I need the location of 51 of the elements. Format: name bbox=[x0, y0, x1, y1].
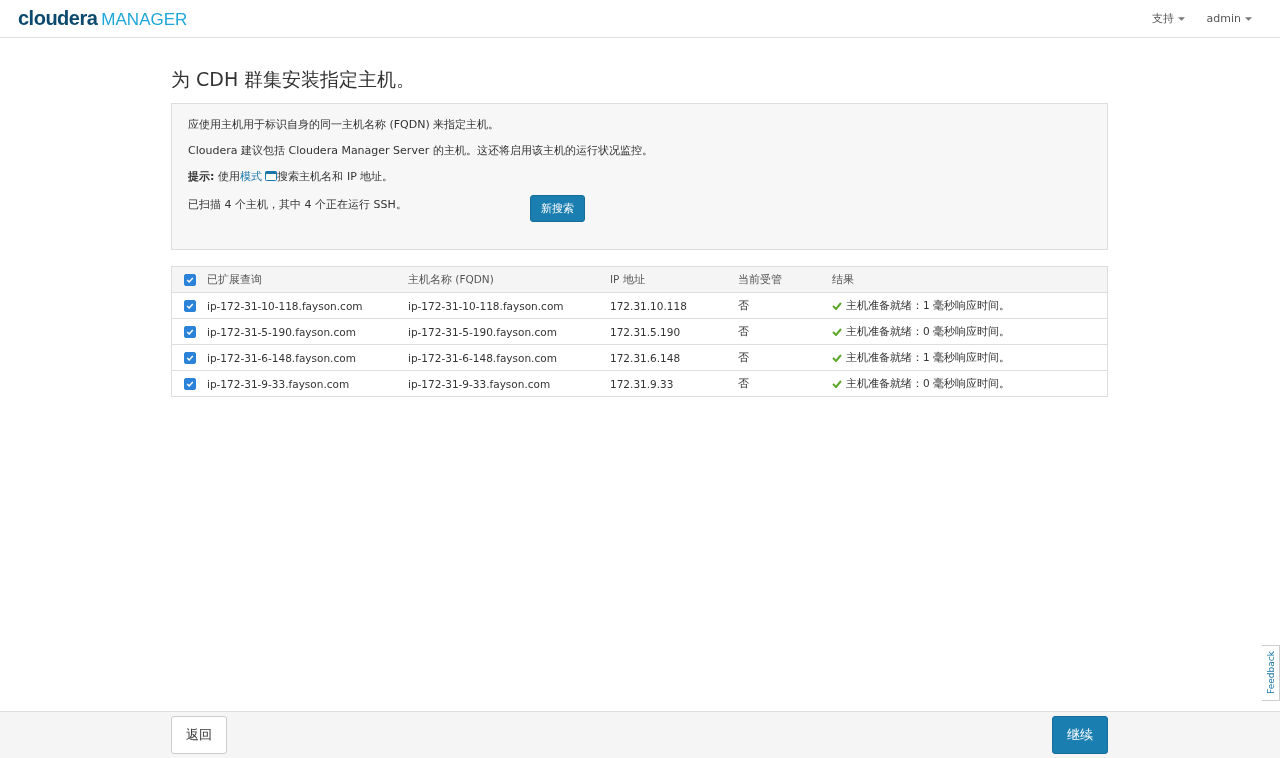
table-cell: 主机准备就绪：0 毫秒响应时间。 bbox=[846, 324, 1011, 339]
nav-menu[interactable]: 支持 bbox=[1151, 11, 1185, 26]
row-checkbox[interactable] bbox=[183, 378, 196, 390]
row-checkbox[interactable] bbox=[183, 352, 196, 364]
table-cell: 172.31.5.190 bbox=[610, 325, 681, 338]
table-cell: 否 bbox=[738, 298, 749, 311]
table-cell: 否 bbox=[738, 324, 749, 337]
column-header: 主机名称 (FQDN) bbox=[408, 266, 610, 293]
table-cell: 否 bbox=[738, 376, 749, 389]
page-title: 为 CDH 群集安装指定主机。 bbox=[171, 67, 417, 92]
pattern-link[interactable]: 模式 bbox=[239, 170, 262, 183]
column-header: IP 地址 bbox=[610, 266, 738, 293]
column-header: 结果 bbox=[832, 266, 1108, 293]
table-cell: ip-172-31-9-33.fayson.com bbox=[207, 377, 350, 390]
table-cell: ip-172-31-10-118.fayson.com bbox=[207, 299, 363, 312]
table-cell: 否 bbox=[738, 350, 749, 363]
row-checkbox[interactable] bbox=[183, 326, 196, 338]
logo-wordmark: cloudera bbox=[18, 7, 98, 30]
table-cell: ip-172-31-6-148.fayson.com bbox=[408, 351, 557, 364]
table-cell: ip-172-31-9-33.fayson.com bbox=[408, 377, 551, 390]
info-text: 应使用主机用于标识自身的同一主机名称 (FQDN) 来指定主机。 bbox=[188, 117, 501, 132]
table-cell: ip-172-31-5-190.fayson.com bbox=[207, 325, 356, 338]
window-icon bbox=[265, 171, 278, 181]
continue-button[interactable]: 继续 bbox=[1052, 716, 1108, 754]
column-header: 已扩展查询 bbox=[207, 266, 408, 293]
select-all-checkbox[interactable] bbox=[183, 274, 196, 286]
caret-icon bbox=[1177, 16, 1185, 21]
logo-subtitle: MANAGER bbox=[101, 10, 188, 30]
table-cell: 主机准备就绪：0 毫秒响应时间。 bbox=[846, 376, 1011, 391]
check-icon bbox=[832, 301, 842, 310]
check-icon bbox=[832, 379, 842, 388]
scan-summary: 已扫描 4 个主机，其中 4 个正在运行 SSH。 bbox=[188, 197, 408, 212]
check-icon bbox=[832, 353, 842, 362]
hint-text: 提示: 使用模式 搜索主机名和 IP 地址。 bbox=[188, 169, 395, 184]
table-cell: 172.31.9.33 bbox=[610, 377, 674, 390]
table-cell: 172.31.6.148 bbox=[610, 351, 681, 364]
table-cell: ip-172-31-5-190.fayson.com bbox=[408, 325, 557, 338]
table-cell: 172.31.10.118 bbox=[610, 299, 687, 312]
feedback-tab[interactable]: Feedback bbox=[1262, 645, 1280, 701]
table-cell: ip-172-31-10-118.fayson.com bbox=[408, 299, 564, 312]
table-cell: 主机准备就绪：1 毫秒响应时间。 bbox=[846, 350, 1011, 365]
new-search-button[interactable]: 新搜索 bbox=[530, 195, 585, 222]
info-text: Cloudera 建议包括 Cloudera Manager Server 的主机。这还将启用该主机的运行状况监控。 bbox=[188, 143, 654, 158]
row-checkbox[interactable] bbox=[183, 300, 196, 312]
caret-icon bbox=[1245, 16, 1252, 21]
column-header: 当前受管 bbox=[738, 266, 832, 293]
check-icon bbox=[832, 327, 842, 336]
table-cell: 主机准备就绪：1 毫秒响应时间。 bbox=[846, 298, 1011, 313]
back-button[interactable]: 返回 bbox=[171, 716, 227, 754]
table-cell: ip-172-31-6-148.fayson.com bbox=[207, 351, 356, 364]
nav-menu[interactable]: admin bbox=[1206, 11, 1252, 26]
